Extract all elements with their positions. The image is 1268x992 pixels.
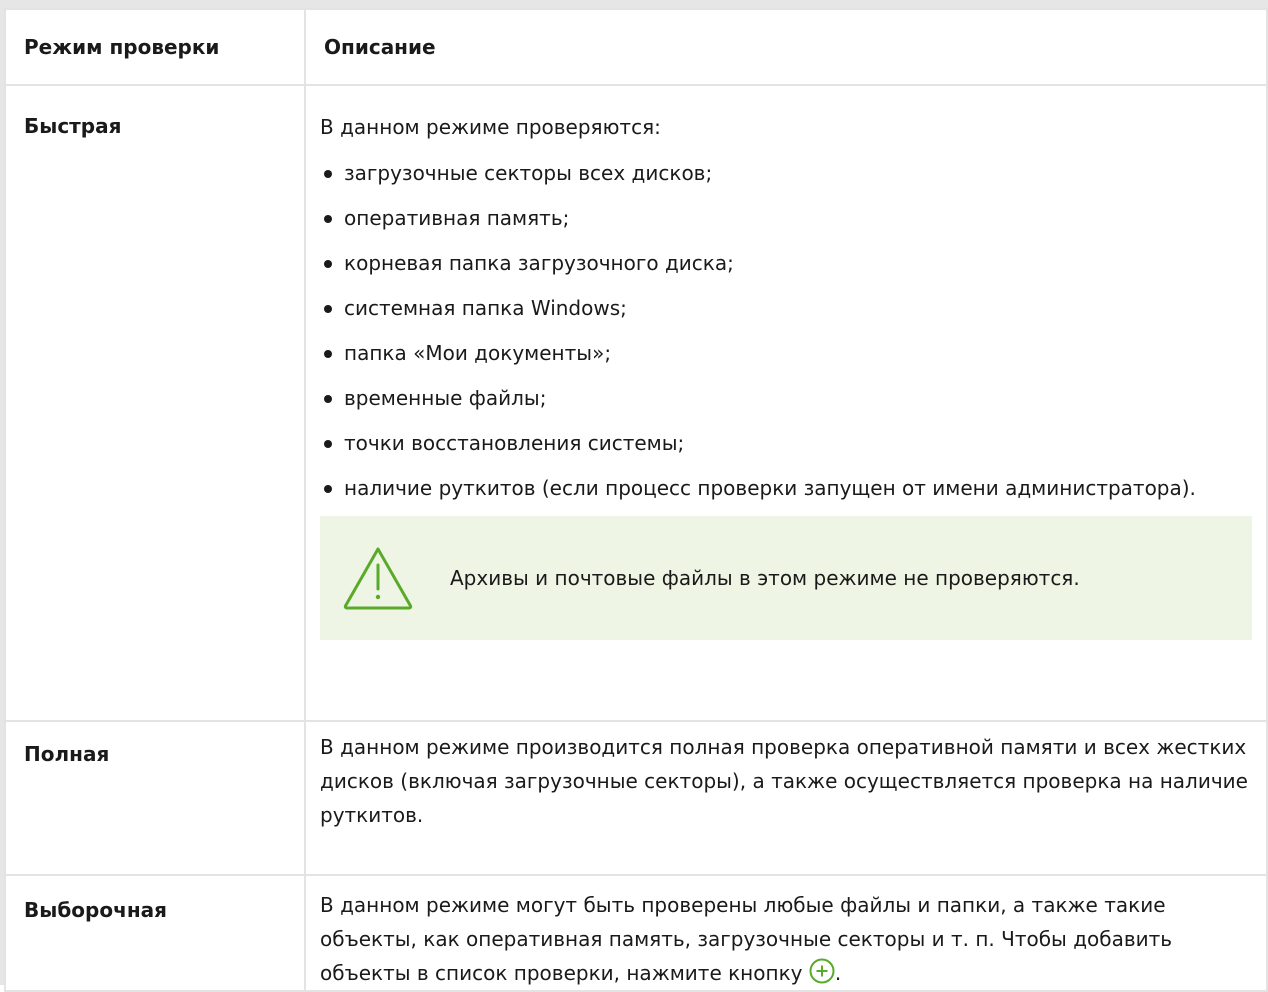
bullet-icon <box>324 305 332 313</box>
bullet-icon <box>324 350 332 358</box>
description-intro: В данном режиме проверяются: <box>320 115 661 139</box>
bullet-icon <box>324 170 332 178</box>
table-row: Полная В данном режиме производится полн… <box>4 720 1268 876</box>
list-item: наличие руткитов (если процесс проверки … <box>320 471 1248 505</box>
bullet-icon <box>324 440 332 448</box>
mode-description-quick: В данном режиме проверяются: загрузочные… <box>304 84 1268 722</box>
list-item: папка «Мои документы»; <box>320 336 1248 370</box>
note-box: Архивы и почтовые файлы в этом режиме не… <box>320 516 1252 640</box>
list-item: точки восстановления системы; <box>320 426 1248 460</box>
header-mode: Режим проверки <box>4 8 306 86</box>
table-row: Быстрая В данном режиме проверяются: заг… <box>4 84 1268 722</box>
bullet-icon <box>324 485 332 493</box>
list-item: системная папка Windows; <box>320 291 1248 325</box>
list-item: оперативная память; <box>320 201 1248 235</box>
mode-name-quick: Быстрая <box>4 84 306 722</box>
scanned-items-list: загрузочные секторы всех дисков; операти… <box>320 156 1248 505</box>
list-item: временные файлы; <box>320 381 1248 415</box>
mode-name-full: Полная <box>4 720 306 876</box>
custom-description-text: В данном режиме могут быть проверены люб… <box>320 893 1173 985</box>
table-row: Выборочная В данном режиме могут быть пр… <box>4 874 1268 992</box>
note-text: Архивы и почтовые файлы в этом режиме не… <box>450 566 1080 590</box>
list-item: загрузочные секторы всех дисков; <box>320 156 1248 190</box>
custom-description-end: . <box>834 961 842 985</box>
mode-name-custom: Выборочная <box>4 874 306 992</box>
mode-description-full: В данном режиме производится полная пров… <box>304 720 1268 876</box>
warning-triangle-icon <box>343 547 413 610</box>
list-item: корневая папка загрузочного диска; <box>320 246 1248 280</box>
scan-modes-table: Режим проверки Описание Быстрая В данном… <box>4 8 1268 992</box>
header-description: Описание <box>304 8 1268 86</box>
mode-description-custom: В данном режиме могут быть проверены люб… <box>304 874 1268 992</box>
bullet-icon <box>324 395 332 403</box>
bullet-icon <box>324 215 332 223</box>
plus-circle-icon <box>809 958 835 984</box>
bullet-icon <box>324 260 332 268</box>
table-header-row: Режим проверки Описание <box>4 8 1268 86</box>
